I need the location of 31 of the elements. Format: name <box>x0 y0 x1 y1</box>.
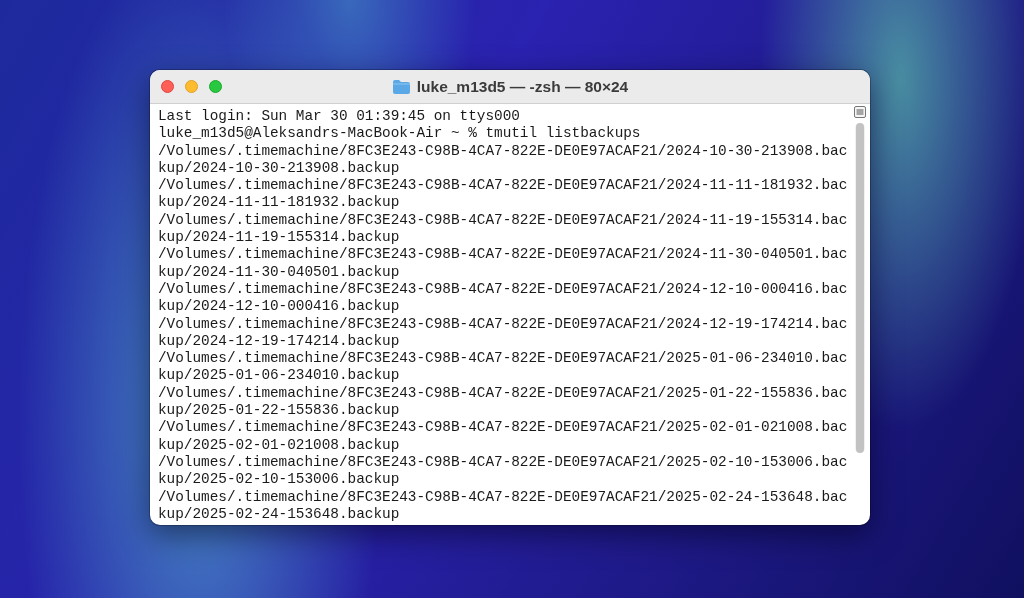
terminal-line: kup/2024-11-11-181932.backup <box>158 194 400 212</box>
window-title: luke_m13d5 — -zsh — 80×24 <box>416 77 629 96</box>
terminal-line: kup/2024-12-19-174214.backup <box>158 332 400 351</box>
terminal-line: /Volumes/.timemachine/8FC3E243-C98B-4CA7-822E-DE0E97ACAF21/2025-01-22-155836.bac <box>158 384 848 403</box>
terminal-line: /Volumes/.timemachine/8FC3E243-C98B-4CA7-822E-DE0E97ACAF21/2025-02-10-153006.bac <box>158 453 848 472</box>
terminal-line: kup/2024-10-30-213908.backup <box>158 159 400 178</box>
terminal-line: /Volumes/.timemachine/8FC3E243-C98B-4CA7-822E-DE0E97ACAF21/2025-02-01-021008.bac <box>158 419 848 437</box>
terminal-line: kup/2024-11-19-155314.backup <box>158 229 400 247</box>
terminal-line: /Volumes/.timemachine/8FC3E243-C98B-4CA7-822E-DE0E97ACAF21/2025-02-24-153648.bac <box>158 488 848 506</box>
terminal-line: /Volumes/.timemachine/8FC3E243-C98B-4CA7-822E-DE0E97ACAF21/2024-12-19-174214.bac <box>158 315 848 333</box>
terminal-line: kup/2025-01-22-155836.backup <box>158 402 400 420</box>
scroll-thumb[interactable] <box>856 123 864 453</box>
split-view-icon[interactable] <box>854 106 866 118</box>
terminal-line: /Volumes/.timemachine/8FC3E243-C98B-4CA7-822E-DE0E97ACAF21/2025-01-06-234010.bac <box>158 350 848 368</box>
close-button[interactable] <box>161 80 174 93</box>
folder-icon <box>391 78 411 95</box>
minimize-button[interactable] <box>185 80 198 93</box>
terminal-line: kup/2024-12-10-000416.backup <box>158 298 400 316</box>
terminal-line: /Volumes/.timemachine/8FC3E243-C98B-4CA7-822E-DE0E97ACAF21/2024-11-11-181932.bac <box>158 177 848 195</box>
terminal-line: Last login: Sun Mar 30 01:39:45 on ttys000 <box>158 108 520 126</box>
terminal-line: /Volumes/.timemachine/8FC3E243-C98B-4CA7-822E-DE0E97ACAF21/2024-11-30-040501.bac <box>158 246 848 264</box>
terminal-line: /Volumes/.timemachine/8FC3E243-C98B-4CA7-822E-DE0E97ACAF21/2024-10-30-213908.bac <box>158 142 848 160</box>
terminal-line: kup/2025-02-10-153006.backup <box>158 471 400 489</box>
terminal-line: kup/2025-02-24-153648.backup <box>158 505 400 524</box>
terminal-line: luke_m13d5@Aleksandrs-MacBook-Air ~ % tmutil listbackups <box>158 125 641 143</box>
terminal-line: /Volumes/.timemachine/8FC3E243-C98B-4CA7-822E-DE0E97ACAF21/2024-11-19-155314.bac <box>158 211 848 230</box>
terminal-line: kup/2024-11-30-040501.backup <box>158 263 400 281</box>
terminal-line: kup/2025-01-06-234010.backup <box>158 367 400 385</box>
terminal-line: /Volumes/.timemachine/8FC3E243-C98B-4CA7-822E-DE0E97ACAF21/2024-12-10-000416.bac <box>158 280 848 299</box>
zoom-button[interactable] <box>209 80 222 93</box>
terminal-line: kup/2025-02-01-021008.backup <box>158 436 400 454</box>
